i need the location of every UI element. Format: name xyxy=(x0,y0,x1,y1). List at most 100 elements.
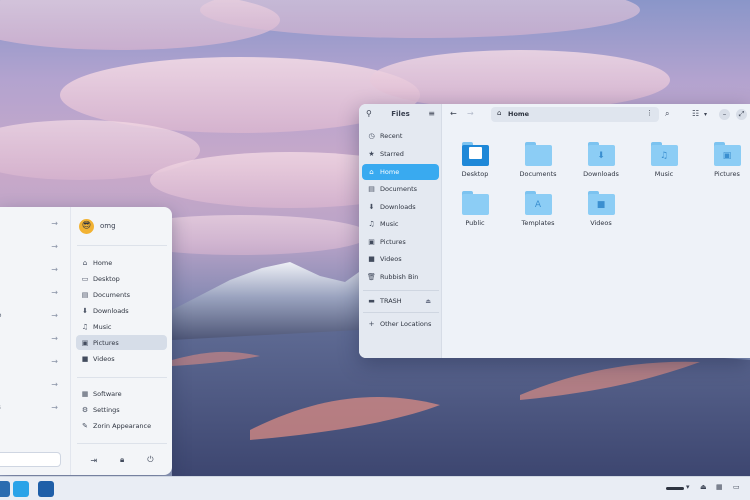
system-software[interactable]: ▦ Software xyxy=(76,386,167,401)
category-item[interactable]: → xyxy=(0,355,68,371)
battery-icon[interactable]: ▭ xyxy=(733,483,740,491)
taskbar: ▾ ⏏ ▦ ▭ xyxy=(0,476,750,500)
back-arrow-icon[interactable]: ← xyxy=(450,109,457,118)
hamburger-menu-icon[interactable]: ≡ xyxy=(428,109,435,118)
divider xyxy=(363,290,439,291)
sidebar-item-documents[interactable]: ▤ Documents xyxy=(362,181,439,197)
sidebar-item-home[interactable]: ⌂ Home xyxy=(362,164,439,180)
music-icon: ♫ xyxy=(368,220,375,228)
document-icon: ▤ xyxy=(368,185,375,193)
power-icon[interactable]: ⏻ xyxy=(147,455,153,465)
picture-icon: ▣ xyxy=(368,238,375,246)
divider xyxy=(77,443,167,444)
start-menu: → → → → eo→ o→ → → os→ 😎 omg ⌂Home ▭Desk… xyxy=(0,207,172,475)
category-item[interactable]: os→ xyxy=(0,401,68,417)
logout-icon[interactable]: ⇥ xyxy=(90,456,97,465)
home-icon: ⌂ xyxy=(497,109,502,117)
sidebar-item-rubbish-bin[interactable]: 🗑︎ Rubbish Bin xyxy=(362,269,439,285)
category-item[interactable]: → xyxy=(0,286,68,302)
download-icon: ⬇ xyxy=(82,306,88,315)
desktop-icon: ▭ xyxy=(81,274,89,283)
files-window: ⚲ Files ≡ ◷ Recent ★ Starred ⌂ Home ▤ Docume… xyxy=(359,104,750,358)
menu-search-input[interactable] xyxy=(0,452,61,467)
folder-desktop[interactable]: Desktop xyxy=(445,142,505,178)
arrow-right-icon: → xyxy=(51,334,58,343)
video-icon: ■ xyxy=(368,255,375,263)
place-music[interactable]: ♫ Music xyxy=(76,319,167,334)
search-files-icon[interactable]: ⌕ xyxy=(665,109,669,119)
files-app-icon[interactable] xyxy=(13,481,29,497)
folder-public[interactable]: Public xyxy=(445,191,505,227)
download-icon: ⬇ xyxy=(368,203,375,211)
eject-icon[interactable]: ⏏ xyxy=(700,483,707,491)
folder-pictures[interactable]: ▣ Pictures xyxy=(697,142,750,178)
eject-icon[interactable]: ⏏ xyxy=(425,298,431,305)
sidebar-item-downloads[interactable]: ⬇ Downloads xyxy=(362,199,439,215)
category-item[interactable]: → xyxy=(0,378,68,394)
minimize-button[interactable]: – xyxy=(719,109,730,120)
place-downloads[interactable]: ⬇ Downloads xyxy=(76,303,167,318)
place-home[interactable]: ⌂ Home xyxy=(76,255,167,270)
avatar: 😎 xyxy=(79,218,94,234)
clock-icon: ◷ xyxy=(368,132,375,140)
sidebar-item-music[interactable]: ♫ Music xyxy=(362,216,439,232)
folder-icon: A xyxy=(524,191,552,215)
system-settings[interactable]: ⚙ Settings xyxy=(76,402,167,417)
arrow-right-icon: → xyxy=(51,311,58,320)
home-icon: ⌂ xyxy=(82,258,88,267)
user-button[interactable]: 😎 omg xyxy=(79,216,116,236)
category-item[interactable]: → xyxy=(0,240,68,256)
home-icon: ⌂ xyxy=(369,168,374,176)
chevron-down-icon[interactable]: ▾ xyxy=(704,111,707,118)
sidebar-item-other-locations[interactable]: + Other Locations xyxy=(362,316,439,332)
folder-music[interactable]: ♫ Music xyxy=(634,142,694,178)
folder-icon: ■ xyxy=(587,191,615,215)
sidebar-item-pictures[interactable]: ▣ Pictures xyxy=(362,234,439,250)
user-name: omg xyxy=(100,222,116,230)
path-bar[interactable]: ⌂ Home ⋮ xyxy=(491,107,659,122)
volume-level[interactable] xyxy=(666,487,684,490)
place-documents[interactable]: ▤ Documents xyxy=(76,287,167,302)
arrow-right-icon: → xyxy=(51,265,58,274)
folder-templates[interactable]: A Templates xyxy=(508,191,568,227)
appearance-icon: ✎ xyxy=(82,421,88,430)
lock-icon[interactable]: 🔒︎ xyxy=(120,455,124,465)
system-zorin-appearance[interactable]: ✎ Zorin Appearance xyxy=(76,418,167,433)
forward-arrow-icon[interactable]: → xyxy=(467,109,474,118)
place-pictures[interactable]: ▣ Pictures xyxy=(76,335,167,350)
category-item[interactable]: eo→ xyxy=(0,309,68,325)
divider xyxy=(363,312,439,313)
chevron-down-icon[interactable]: ▾ xyxy=(686,483,690,491)
place-desktop[interactable]: ▭ Desktop xyxy=(76,271,167,286)
arrow-right-icon: → xyxy=(51,380,58,389)
category-item[interactable]: → xyxy=(0,263,68,279)
folder-icon: ⬇ xyxy=(587,142,615,166)
kebab-menu-icon[interactable]: ⋮ xyxy=(646,109,653,117)
sidebar-item-starred[interactable]: ★ Starred xyxy=(362,146,439,162)
folder-videos[interactable]: ■ Videos xyxy=(571,191,631,227)
folder-documents[interactable]: Documents xyxy=(508,142,568,178)
network-icon[interactable]: ▦ xyxy=(716,483,723,491)
zorin-menu-icon[interactable] xyxy=(0,481,10,497)
folder-downloads[interactable]: ⬇ Downloads xyxy=(571,142,631,178)
sidebar-item-recent[interactable]: ◷ Recent xyxy=(362,128,439,144)
list-view-icon[interactable]: ☷ xyxy=(692,109,699,118)
place-videos[interactable]: ■ Videos xyxy=(76,351,167,366)
folder-icon xyxy=(524,142,552,166)
category-item[interactable]: o→ xyxy=(0,332,68,348)
gear-icon: ⚙ xyxy=(81,405,89,414)
arrow-right-icon: → xyxy=(51,242,58,251)
folder-icon: ▣ xyxy=(713,142,741,166)
folder-icon: ♫ xyxy=(650,142,678,166)
sidebar-item-trash-drive[interactable]: ▬ TRASH ⏏ xyxy=(362,293,439,309)
folder-icon xyxy=(461,191,489,215)
arrow-right-icon: → xyxy=(51,219,58,228)
browser-app-icon[interactable] xyxy=(38,481,54,497)
category-item[interactable]: → xyxy=(0,217,68,233)
sidebar-header: ⚲ Files ≡ xyxy=(359,104,442,124)
power-row: ⇥ 🔒︎ ⏻ xyxy=(71,451,172,469)
sidebar-item-videos[interactable]: ■ Videos xyxy=(362,251,439,267)
drive-icon: ▬ xyxy=(368,297,375,305)
maximize-button[interactable]: ⤢ xyxy=(736,109,747,120)
software-icon: ▦ xyxy=(81,389,89,398)
